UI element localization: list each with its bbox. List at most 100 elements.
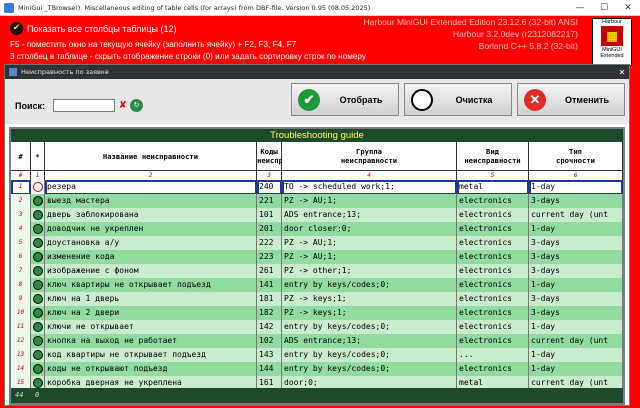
cell-kind[interactable]: metal xyxy=(457,180,529,195)
cell-code[interactable]: 141 xyxy=(257,278,282,293)
cell-term[interactable]: 1-day xyxy=(529,348,623,363)
cell-no[interactable]: 13 xyxy=(11,348,31,363)
cell-group[interactable]: PZ -> keys;1; xyxy=(282,306,457,321)
table-row[interactable]: 4 доводчик не укреплен 201 door closer;0; el… xyxy=(11,222,623,237)
cell-no[interactable]: 11 xyxy=(11,320,31,335)
cell-code[interactable]: 101 xyxy=(257,208,282,223)
cell-no[interactable]: 3 xyxy=(11,208,31,223)
cell-group[interactable]: PZ -> AU;1; xyxy=(282,194,457,209)
cell-no[interactable]: 2 xyxy=(11,194,31,209)
mark-circle-icon[interactable] xyxy=(32,238,43,248)
table-row[interactable]: 10 ключ на 2 двери 182 PZ -> keys;1; electro… xyxy=(11,306,623,321)
cell-term[interactable]: 3-days xyxy=(529,306,623,321)
cell-no[interactable]: 9 xyxy=(11,292,31,307)
cell-no[interactable]: 14 xyxy=(11,362,31,377)
cell-name[interactable]: резера xyxy=(45,180,257,195)
header-name[interactable]: Название неисправности xyxy=(45,142,257,171)
cell-term[interactable]: 3-days xyxy=(529,194,623,209)
cell-group[interactable]: TO -> scheduled work;1; xyxy=(282,180,457,195)
cell-code[interactable]: 181 xyxy=(257,292,282,307)
cell-code[interactable]: 222 xyxy=(257,236,282,251)
table-row[interactable]: 6 изменение кода 223 PZ -> AU;1; electronics… xyxy=(11,250,623,265)
table-row[interactable]: 5 доустановка а/у 222 PZ -> AU;1; electronic… xyxy=(11,236,623,251)
cell-kind[interactable]: electronics xyxy=(457,236,529,251)
cell-name[interactable]: дверь заблокирована xyxy=(45,208,257,223)
cell-kind[interactable]: electronics xyxy=(457,334,529,349)
cell-mark[interactable] xyxy=(31,306,45,321)
mark-circle-icon[interactable] xyxy=(32,210,43,220)
mark-circle-icon[interactable] xyxy=(32,378,43,388)
cell-mark[interactable] xyxy=(31,208,45,223)
cell-name[interactable]: ключ на 1 дверь xyxy=(45,292,257,307)
cell-term[interactable]: 1-day xyxy=(529,180,623,195)
cell-kind[interactable]: electronics xyxy=(457,278,529,293)
cell-mark[interactable] xyxy=(31,362,45,377)
cell-code[interactable]: 261 xyxy=(257,264,282,279)
cell-name[interactable]: ключ квартиры не открывает подъезд xyxy=(45,278,257,293)
cell-code[interactable]: 143 xyxy=(257,348,282,363)
header-group[interactable]: Группа неисправности xyxy=(282,142,457,171)
cell-kind[interactable]: ... xyxy=(457,348,529,363)
table-row[interactable]: 13 код квартиры не открывает подъезд 143 en… xyxy=(11,348,623,363)
mark-circle-icon[interactable] xyxy=(32,308,43,318)
cell-code[interactable]: 142 xyxy=(257,320,282,335)
mark-circle-icon[interactable] xyxy=(32,182,43,192)
cell-term[interactable]: 1-day xyxy=(529,278,623,293)
cell-mark[interactable] xyxy=(31,180,45,195)
cell-mark[interactable] xyxy=(31,222,45,237)
cell-kind[interactable]: electronics xyxy=(457,264,529,279)
cell-no[interactable]: 8 xyxy=(11,278,31,293)
cell-kind[interactable]: electronics xyxy=(457,194,529,209)
cell-group[interactable]: ADS entrance;13; xyxy=(282,208,457,223)
cell-term[interactable]: 3-days xyxy=(529,264,623,279)
clear-button[interactable]: Очистка xyxy=(404,83,512,116)
cell-group[interactable]: entry by keys/codes;0; xyxy=(282,362,457,377)
cell-term[interactable]: 1-day xyxy=(529,222,623,237)
cell-mark[interactable] xyxy=(31,194,45,209)
cell-kind[interactable]: electronics xyxy=(457,320,529,335)
cell-term[interactable]: 1-day xyxy=(529,320,623,335)
mark-circle-icon[interactable] xyxy=(32,266,43,276)
select-button[interactable]: ✔ Отобрать xyxy=(291,83,399,116)
mark-circle-icon[interactable] xyxy=(32,364,43,374)
cell-kind[interactable]: electronics xyxy=(457,222,529,237)
cell-kind[interactable]: electronics xyxy=(457,250,529,265)
cell-group[interactable]: entry by keys/codes;0; xyxy=(282,320,457,335)
mark-circle-icon[interactable] xyxy=(32,294,43,304)
cell-code[interactable]: 102 xyxy=(257,334,282,349)
minimize-button[interactable]: — xyxy=(568,3,592,13)
cell-mark[interactable] xyxy=(31,250,45,265)
maximize-button[interactable]: ☐ xyxy=(592,3,616,13)
table-row[interactable]: 9 ключ на 1 дверь 181 PZ -> keys;1; electron… xyxy=(11,292,623,307)
cell-name[interactable]: код квартиры не открывает подъезд xyxy=(45,348,257,363)
cell-group[interactable]: PZ -> AU;1; xyxy=(282,250,457,265)
cell-kind[interactable]: electronics xyxy=(457,208,529,223)
cell-code[interactable]: 240 xyxy=(257,180,282,195)
header-code[interactable]: Коды неиспр xyxy=(257,142,283,171)
cell-no[interactable]: 4 xyxy=(11,222,31,237)
cell-mark[interactable] xyxy=(31,236,45,251)
table-row[interactable]: 3 дверь заблокирована 101 ADS entrance;13; e… xyxy=(11,208,623,223)
cell-term[interactable]: 1-day xyxy=(529,362,623,377)
cell-group[interactable]: entry by keys/codes;0; xyxy=(282,348,457,363)
cell-group[interactable]: door closer;0; xyxy=(282,222,457,237)
cell-term[interactable]: current day (unt xyxy=(529,334,623,349)
show-columns-checkbox-row[interactable]: ✔ Показать все столбцы таблицы (12) xyxy=(10,22,177,35)
cell-no[interactable]: 6 xyxy=(11,250,31,265)
table-row[interactable]: 1 резера 240 TO -> scheduled work;1; metal 1-… xyxy=(11,180,623,195)
cell-name[interactable]: выезд мастера xyxy=(45,194,257,209)
cell-no[interactable]: 7 xyxy=(11,264,31,279)
header-kind[interactable]: Вид неисправности xyxy=(457,142,529,171)
cell-mark[interactable] xyxy=(31,278,45,293)
cell-mark[interactable] xyxy=(31,348,45,363)
check-icon[interactable]: ✔ xyxy=(10,22,23,35)
cell-mark[interactable] xyxy=(31,292,45,307)
mark-circle-icon[interactable] xyxy=(32,336,43,346)
show-columns-label[interactable]: Показать все столбцы таблицы (12) xyxy=(27,24,177,34)
header-mark[interactable]: * xyxy=(31,142,45,171)
cell-term[interactable]: 3-days xyxy=(529,236,623,251)
mark-circle-icon[interactable] xyxy=(32,196,43,206)
mark-circle-icon[interactable] xyxy=(32,322,43,332)
cell-name[interactable]: доводчик не укреплен xyxy=(45,222,257,237)
cell-mark[interactable] xyxy=(31,320,45,335)
